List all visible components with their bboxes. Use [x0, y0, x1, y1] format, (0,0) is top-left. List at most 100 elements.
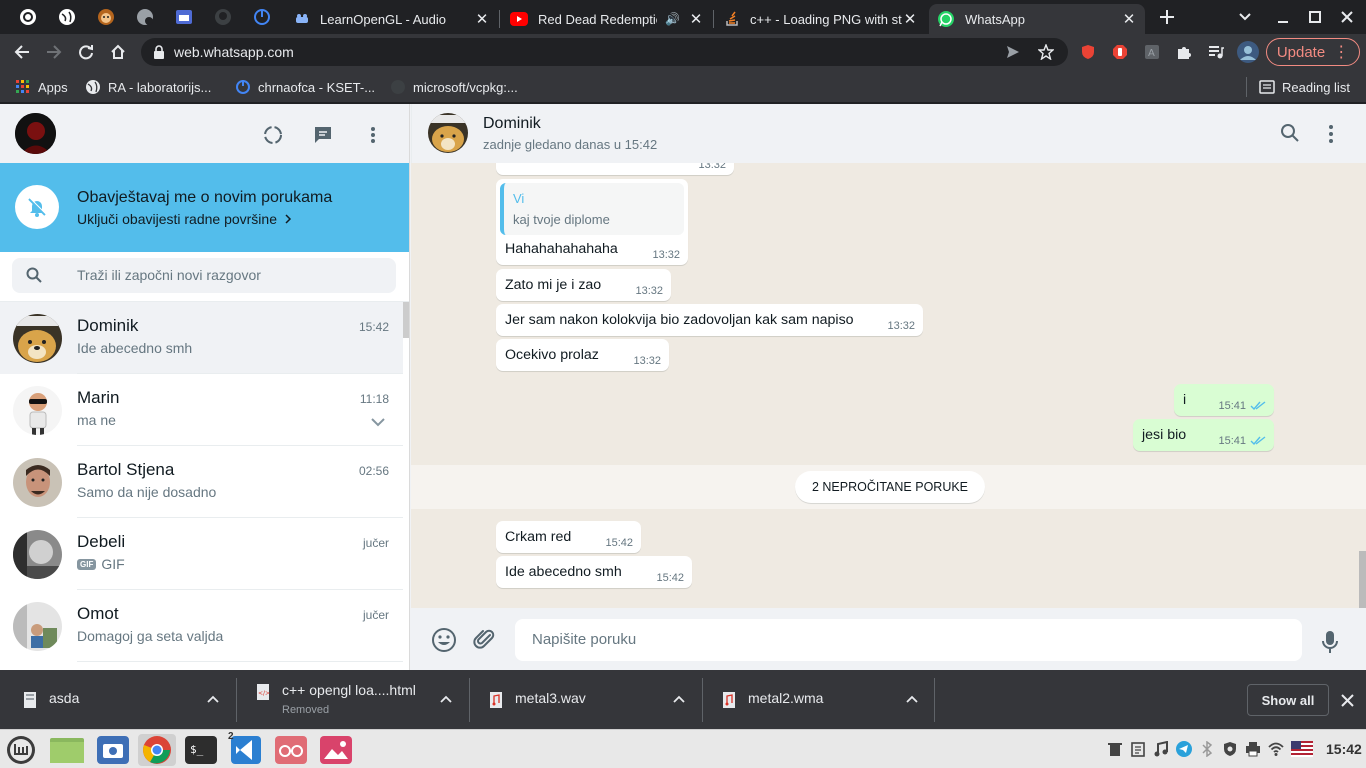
profile-button[interactable]: [1236, 40, 1260, 64]
chevron-up-icon[interactable]: [905, 692, 919, 706]
download-item-html[interactable]: </> c++ opengl loa....html Removed: [256, 678, 456, 722]
chat-item-debeli[interactable]: Debeli jučer GIF GIF: [0, 518, 403, 590]
download-item-metal3[interactable]: metal3.wav: [489, 678, 689, 722]
start-menu-button[interactable]: [2, 734, 40, 766]
clipboard-icon[interactable]: [1130, 741, 1146, 757]
pinned-tab-7[interactable]: [252, 7, 272, 27]
back-button[interactable]: [10, 40, 34, 64]
conversation-header[interactable]: Dominik zadnje gledano danas u 15:42: [411, 104, 1366, 163]
taskbar-screenshot[interactable]: [94, 734, 132, 766]
divider: [77, 661, 403, 662]
pinned-tab-1[interactable]: [18, 7, 38, 27]
pinned-tab-2[interactable]: [57, 7, 77, 27]
maximize-button[interactable]: [1303, 5, 1327, 29]
pinned-tab-5[interactable]: [174, 7, 194, 27]
telegram-icon[interactable]: [1176, 741, 1192, 757]
conversation-menu-button[interactable]: [1320, 123, 1342, 145]
voice-message-button[interactable]: [1322, 630, 1340, 656]
home-button[interactable]: [106, 40, 130, 64]
tab-whatsapp[interactable]: WhatsApp ✕: [929, 4, 1145, 34]
github-icon: [390, 79, 406, 95]
pinned-tab-3[interactable]: [96, 7, 116, 27]
chat-item-omot[interactable]: Omot jučer Domagoj ga seta valjda: [0, 590, 403, 662]
chat-item-dominik[interactable]: Dominik 15:42 Ide abecedno smh: [0, 302, 403, 374]
taskbar-terminal[interactable]: $_: [182, 734, 220, 766]
my-avatar[interactable]: [15, 113, 56, 154]
os-taskbar: $_ 2 15:42: [0, 729, 1366, 768]
address-bar[interactable]: web.whatsapp.com: [141, 38, 1068, 66]
chat-item-marin[interactable]: Marin 11:18 ma ne: [0, 374, 403, 446]
close-window-button[interactable]: [1335, 5, 1359, 29]
chevron-up-icon[interactable]: [672, 692, 686, 706]
search-input[interactable]: Traži ili započni novi razgovor: [12, 258, 396, 293]
extension-translate-button[interactable]: A: [1140, 40, 1164, 64]
us-flag-keyboard-icon[interactable]: [1291, 741, 1313, 757]
new-tab-button[interactable]: [1155, 5, 1179, 29]
close-tab-icon[interactable]: ✕: [474, 10, 490, 28]
contact-avatar[interactable]: [428, 113, 468, 153]
taskbar-glasses-app[interactable]: [272, 734, 310, 766]
new-chat-button[interactable]: [312, 124, 336, 148]
wifi-icon[interactable]: [1268, 741, 1284, 757]
close-shelf-icon[interactable]: [1341, 694, 1354, 707]
chat-list-scrollbar[interactable]: [403, 302, 409, 338]
reading-list-button[interactable]: Reading list: [1259, 77, 1350, 97]
pinned-tab-4[interactable]: [135, 7, 155, 27]
close-tab-icon[interactable]: ✕: [902, 10, 918, 28]
update-button[interactable]: Update ⋮: [1266, 38, 1360, 66]
chevron-down-icon[interactable]: [370, 417, 386, 427]
bluetooth-icon[interactable]: [1199, 741, 1215, 757]
message-input[interactable]: Napišite poruku: [515, 619, 1302, 661]
emoji-button[interactable]: [431, 627, 457, 653]
chevron-up-icon[interactable]: [439, 692, 453, 706]
chevron-up-icon[interactable]: [206, 692, 220, 706]
music-note-icon[interactable]: [1153, 741, 1169, 757]
show-all-downloads-button[interactable]: Show all: [1247, 684, 1329, 716]
taskbar-files[interactable]: [48, 734, 86, 766]
search-icon: [1281, 124, 1299, 142]
tab-stackoverflow[interactable]: c++ - Loading PNG with stb ✕: [716, 4, 926, 34]
pinned-tab-6[interactable]: [213, 7, 233, 27]
quoted-message[interactable]: Vi kaj tvoje diplome: [500, 183, 684, 235]
chat-item-bartol-stjena[interactable]: Bartol Stjena 02:56 Samo da nije dosadno: [0, 446, 403, 518]
reload-button[interactable]: [74, 40, 98, 64]
notification-link[interactable]: Uključi obavijesti radne površine: [77, 211, 292, 227]
extension-hand-button[interactable]: [1108, 40, 1132, 64]
bookmark-vcpkg[interactable]: microsoft/vcpkg:...: [390, 77, 518, 97]
shield-update-icon[interactable]: [1222, 741, 1238, 757]
forward-button[interactable]: [42, 40, 66, 64]
sidebar-menu-button[interactable]: [362, 124, 386, 148]
taskbar-vscode[interactable]: 2: [227, 731, 265, 766]
download-shelf: asda </> c++ opengl loa....html Removed …: [0, 670, 1366, 729]
bookmark-kset[interactable]: chrnaofca - KSET-...: [235, 77, 375, 97]
tab-search-button[interactable]: [1233, 5, 1257, 29]
star-icon[interactable]: [1038, 44, 1054, 60]
system-clock[interactable]: 15:42: [1326, 741, 1362, 757]
speaker-icon[interactable]: 🔊: [665, 12, 680, 26]
bookmark-ra-laboratorij[interactable]: RA - laboratorijs...: [85, 77, 211, 97]
desktop-notifications-banner[interactable]: Obavještavaj me o novim porukama Uključi…: [0, 163, 409, 252]
bookmark-apps[interactable]: Apps: [15, 77, 68, 97]
download-item-metal2[interactable]: metal2.wma: [722, 678, 922, 722]
message-list-scrollbar[interactable]: [1359, 551, 1366, 608]
tab-youtube[interactable]: Red Dead Redemption 🔊 ✕: [502, 4, 712, 34]
search-messages-button[interactable]: [1280, 123, 1302, 145]
close-tab-icon[interactable]: ✕: [688, 10, 704, 28]
trash-icon[interactable]: [1107, 741, 1123, 757]
restore-icon: [1309, 11, 1321, 23]
message-bubble-in: Jer sam nakon kolokvija bio zadovoljan k…: [496, 304, 923, 336]
send-tab-icon[interactable]: [1006, 45, 1020, 59]
media-control-button[interactable]: [1204, 40, 1228, 64]
download-item-asda[interactable]: asda: [23, 678, 223, 722]
taskbar-chrome[interactable]: [138, 734, 176, 766]
taskbar-image-viewer[interactable]: [317, 734, 355, 766]
close-tab-icon[interactable]: ✕: [1121, 10, 1137, 28]
minimize-button[interactable]: [1271, 5, 1295, 29]
extensions-button[interactable]: [1172, 40, 1196, 64]
attach-button[interactable]: [473, 627, 499, 653]
compose-bar: Napišite poruku: [411, 608, 1366, 670]
status-button[interactable]: [262, 124, 286, 148]
printer-icon[interactable]: [1245, 741, 1261, 757]
extension-shield-button[interactable]: [1076, 40, 1100, 64]
tab-learnopengl[interactable]: LearnOpenGL - Audio ✕: [286, 4, 498, 34]
